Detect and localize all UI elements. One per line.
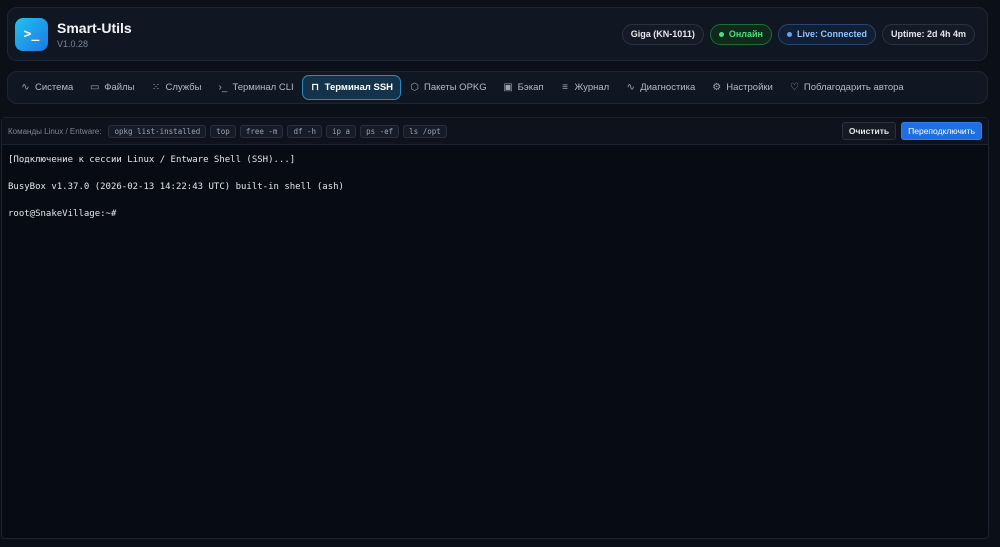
activity-icon: ∿ bbox=[21, 82, 30, 93]
device-badge-label: Giga (KN-1011) bbox=[630, 29, 695, 39]
quick-commands-label: Команды Linux / Entware: bbox=[8, 126, 102, 136]
folder-icon: ▭ bbox=[90, 82, 100, 93]
brand-text: Smart-Utils V1.0.28 bbox=[57, 20, 132, 49]
command-chip[interactable]: df -h bbox=[287, 124, 323, 138]
live-badge: Live: Connected bbox=[777, 23, 876, 45]
status-badges: Giga (KN-1011) Онлайн Live: Connected Up… bbox=[621, 23, 975, 45]
tab-label: Бэкап bbox=[517, 82, 544, 93]
save-icon: ▣ bbox=[503, 82, 513, 93]
live-badge-label: Live: Connected bbox=[796, 29, 867, 39]
tab-log[interactable]: ≡ Журнал bbox=[552, 75, 618, 100]
uptime-badge-label: Uptime: 2d 4h 4m bbox=[890, 29, 966, 39]
tab-label: Терминал CLI bbox=[232, 82, 294, 93]
terminal-icon: ›_ bbox=[218, 82, 228, 93]
command-chip[interactable]: free -m bbox=[239, 124, 284, 138]
app-version: V1.0.28 bbox=[57, 38, 89, 49]
online-dot-icon bbox=[718, 31, 724, 37]
brand: >_ Smart-Utils V1.0.28 bbox=[14, 17, 132, 51]
tab-terminal-ssh[interactable]: ⊓ Терминал SSH bbox=[301, 75, 402, 100]
loader-icon: ⁙ bbox=[151, 82, 161, 93]
device-badge: Giga (KN-1011) bbox=[621, 23, 704, 45]
terminal-logo-icon: >_ bbox=[15, 17, 48, 51]
gear-icon: ⚙ bbox=[712, 82, 722, 93]
list-icon: ≡ bbox=[562, 82, 568, 93]
main-nav: ∿ Система ▭ Файлы ⁙ Службы ›_ Терминал CLI ⊓… bbox=[7, 71, 988, 104]
tab-diagnostics[interactable]: ∿ Диагностика bbox=[617, 75, 703, 100]
tab-packages-opkg[interactable]: ⬡ Пакеты OPKG bbox=[401, 75, 495, 100]
heart-icon: ♡ bbox=[789, 82, 799, 93]
terminal-prompt: root@SnakeVillage:~# bbox=[8, 209, 117, 219]
terminal-line: BusyBox v1.37.0 (2026-02-13 14:22:43 UTC… bbox=[8, 182, 344, 192]
lock-icon: ⊓ bbox=[311, 82, 320, 93]
tab-label: Журнал bbox=[574, 82, 610, 93]
terminal-output[interactable]: [Подключение к сессии Linux / Entware Sh… bbox=[2, 145, 988, 231]
app-title: Smart-Utils bbox=[57, 19, 132, 36]
live-dot-icon bbox=[786, 31, 792, 37]
clear-button[interactable]: Очистить bbox=[841, 122, 897, 140]
pulse-icon: ∿ bbox=[626, 82, 635, 93]
tab-label: Файлы bbox=[104, 82, 135, 93]
command-chip[interactable]: top bbox=[210, 124, 236, 138]
app-header: >_ Smart-Utils V1.0.28 Giga (KN-1011) Он… bbox=[7, 7, 988, 61]
ssh-terminal-panel: Команды Linux / Entware: opkg list-insta… bbox=[1, 117, 989, 539]
uptime-badge: Uptime: 2d 4h 4m bbox=[881, 23, 975, 45]
command-chip[interactable]: opkg list-installed bbox=[108, 124, 207, 138]
terminal-line: [Подключение к сессии Linux / Entware Sh… bbox=[8, 155, 296, 165]
terminal-toolbar: Команды Linux / Entware: opkg list-insta… bbox=[2, 118, 988, 145]
quick-commands: Команды Linux / Entware: opkg list-insta… bbox=[8, 124, 447, 138]
tab-label: Система bbox=[35, 82, 74, 93]
online-badge-label: Онлайн bbox=[728, 29, 763, 39]
tab-label: Терминал SSH bbox=[324, 82, 394, 93]
tab-thank-author[interactable]: ♡ Поблагодарить автора bbox=[781, 75, 912, 100]
tab-terminal-cli[interactable]: ›_ Терминал CLI bbox=[209, 75, 301, 100]
tab-label: Настройки bbox=[726, 82, 773, 93]
tab-backup[interactable]: ▣ Бэкап bbox=[495, 75, 552, 100]
reconnect-button[interactable]: Переподключить bbox=[901, 122, 982, 140]
tab-system[interactable]: ∿ Система bbox=[12, 75, 81, 100]
tab-label: Пакеты OPKG bbox=[424, 82, 487, 93]
tab-label: Поблагодарить автора bbox=[803, 82, 904, 93]
tab-label: Службы bbox=[165, 82, 202, 93]
tab-label: Диагностика bbox=[640, 82, 696, 93]
online-badge: Онлайн bbox=[709, 23, 772, 45]
tab-settings[interactable]: ⚙ Настройки bbox=[703, 75, 781, 100]
package-icon: ⬡ bbox=[410, 82, 419, 93]
command-chip[interactable]: ps -ef bbox=[360, 124, 400, 138]
terminal-actions: Очистить Переподключить bbox=[841, 122, 982, 140]
command-chip[interactable]: ip a bbox=[326, 124, 357, 138]
tab-files[interactable]: ▭ Файлы bbox=[81, 75, 142, 100]
tab-services[interactable]: ⁙ Службы bbox=[142, 75, 209, 100]
command-chip[interactable]: ls /opt bbox=[403, 124, 447, 138]
